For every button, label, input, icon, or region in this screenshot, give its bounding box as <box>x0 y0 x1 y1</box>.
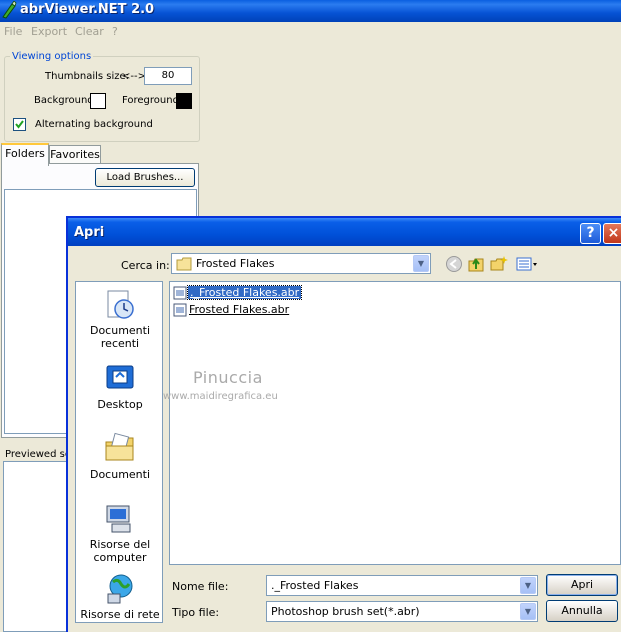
new-folder-icon[interactable] <box>490 255 508 273</box>
dialog-title: Apri <box>74 225 105 240</box>
filetype-combo[interactable]: Photoshop brush set(*.abr) ▼ <box>266 601 538 622</box>
place-recent-documents[interactable]: Documenti recenti <box>76 288 164 350</box>
open-button[interactable]: Apri <box>546 574 618 596</box>
my-computer-icon <box>106 505 131 533</box>
place-desktop-label: Desktop <box>97 398 143 411</box>
watermark-url: www.maidiregrafica.eu <box>163 391 278 402</box>
load-brushes-button[interactable]: Load Brushes... <box>95 168 195 187</box>
file-name: Frosted Flakes.abr <box>189 303 290 316</box>
folder-icon <box>176 257 192 271</box>
file-name: ._Frosted Flakes.abr <box>186 285 303 300</box>
places-bar: Documenti recenti Desktop Documenti Riso… <box>75 281 163 623</box>
filetype-value: Photoshop brush set(*.abr) <box>271 605 420 618</box>
dialog-title-bar: Apri ? × <box>68 218 621 246</box>
foreground-label: Foreground: <box>122 95 183 106</box>
thumbnails-size-input[interactable]: 80 <box>144 67 192 85</box>
look-in-label: Cerca in: <box>121 259 170 272</box>
open-file-dialog: Apri ? × Cerca in: Frosted Flakes ▼ Docu… <box>66 216 621 632</box>
menu-file[interactable]: File <box>4 25 22 38</box>
place-documents-label: Documenti <box>89 468 151 481</box>
app-title: abrViewer.NET 2.0 <box>20 2 155 17</box>
background-label: Background: <box>34 95 98 106</box>
place-my-computer-label: Risorse del computer <box>89 538 151 564</box>
alternating-background-label: Alternating background <box>35 119 153 130</box>
menu-export[interactable]: Export <box>31 25 67 38</box>
place-network[interactable]: Risorse di rete <box>76 572 164 621</box>
network-icon <box>107 574 133 604</box>
abr-file-icon <box>173 303 187 317</box>
menu-clear[interactable]: Clear <box>75 25 104 38</box>
filename-label: Nome file: <box>172 580 229 593</box>
viewing-options-legend: Viewing options <box>10 51 94 62</box>
place-recent-label: Documenti recenti <box>89 324 151 350</box>
up-folder-icon[interactable] <box>467 255 485 273</box>
place-desktop[interactable]: Desktop <box>76 362 164 411</box>
place-documents[interactable]: Documenti <box>76 432 164 481</box>
tab-folders[interactable]: Folders <box>1 143 49 166</box>
place-network-label: Risorse di rete <box>80 608 160 621</box>
filename-value: ._Frosted Flakes <box>271 579 359 592</box>
help-button[interactable]: ? <box>580 223 601 244</box>
filetype-label: Tipo file: <box>172 606 220 619</box>
menu-help[interactable]: ? <box>112 25 118 38</box>
background-color-swatch[interactable] <box>90 93 106 109</box>
chevron-down-icon[interactable]: ▼ <box>520 577 536 594</box>
view-menu-icon[interactable] <box>515 255 539 273</box>
look-in-dropdown[interactable]: Frosted Flakes ▼ <box>171 253 431 274</box>
cancel-button[interactable]: Annulla <box>546 600 618 622</box>
brush-app-icon <box>2 1 17 19</box>
place-my-computer[interactable]: Risorse del computer <box>76 502 164 564</box>
look-in-value: Frosted Flakes <box>196 257 275 270</box>
documents-folder-icon <box>105 432 134 461</box>
main-title-bar: abrViewer.NET 2.0 <box>0 0 621 22</box>
thumbnails-arrows-label: <--> <box>122 71 146 82</box>
close-button[interactable]: × <box>603 223 621 244</box>
filename-combo[interactable]: ._Frosted Flakes ▼ <box>266 575 538 596</box>
desktop-icon <box>106 365 134 389</box>
chevron-down-icon[interactable]: ▼ <box>520 603 536 620</box>
abr-file-icon <box>173 286 187 300</box>
chevron-down-icon[interactable]: ▼ <box>413 255 429 272</box>
file-list[interactable]: ._Frosted Flakes.abr Frosted Flakes.abr <box>169 281 621 565</box>
alternating-background-checkbox[interactable] <box>13 118 26 131</box>
checkmark-icon <box>15 120 24 129</box>
thumbnails-size-label: Thumbnails size: <box>45 71 130 82</box>
watermark-name: Pinuccia <box>193 368 263 387</box>
foreground-color-swatch[interactable] <box>176 93 192 109</box>
back-arrow-icon[interactable] <box>445 255 463 273</box>
menu-bar: File Export Clear ? <box>0 22 621 42</box>
recent-documents-icon <box>107 290 134 319</box>
